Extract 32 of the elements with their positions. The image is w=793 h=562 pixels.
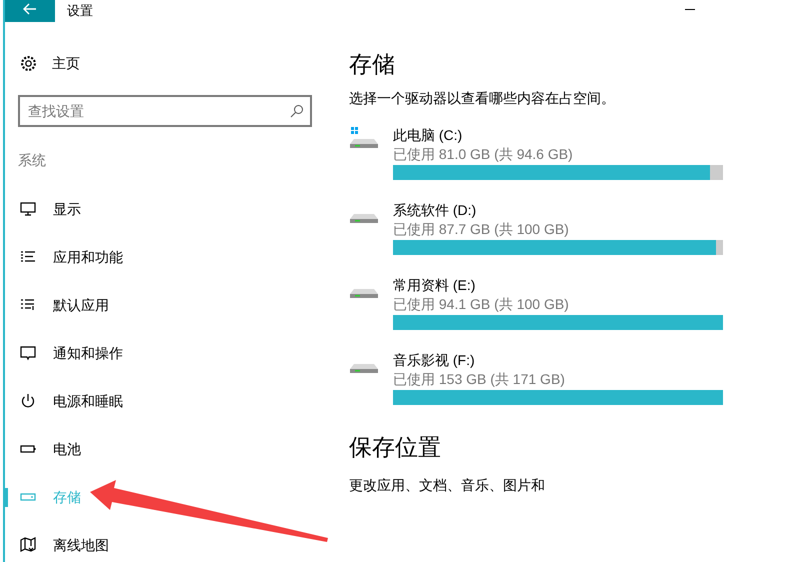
drive-name[interactable]: 此电脑 (C:) [393, 126, 723, 145]
sidebar-item[interactable]: 离线地图 [53, 534, 109, 556]
sidebar-item[interactable]: 电源和睡眠 [53, 390, 123, 412]
sidebar-item[interactable]: 默认应用 [53, 294, 109, 316]
settings-icon [20, 54, 37, 72]
display-icon [20, 201, 36, 217]
window-title: 设置 [67, 2, 93, 20]
sidebar-item[interactable]: 显示 [53, 198, 81, 220]
usage-text: 已使用 94.1 GB (共 100 GB) [393, 295, 570, 314]
page-title: 存储 [349, 50, 396, 79]
sidebar-item[interactable]: 电池 [53, 438, 81, 460]
section-heading: 系统 [18, 151, 47, 170]
map-icon [20, 537, 36, 553]
back-arrow-icon [23, 3, 37, 15]
usage-text: 已使用 87.7 GB (共 100 GB) [393, 220, 570, 239]
usage-text: 已使用 153 GB (共 171 GB) [393, 370, 566, 389]
sidebar-item[interactable]: 应用和功能 [53, 246, 123, 268]
speech-bubble-icon [20, 345, 36, 361]
list-icon [20, 297, 36, 313]
usage-text: 已使用 81.0 GB (共 94.6 GB) [393, 145, 574, 164]
drive-name[interactable]: 音乐影视 (F:) [393, 351, 723, 370]
drive-name[interactable]: 系统软件 (D:) [393, 201, 723, 220]
home-link[interactable]: 主页 [52, 52, 80, 74]
drive-name[interactable]: 常用资料 (E:) [393, 276, 723, 295]
search-field[interactable]: 查找设置 [18, 95, 312, 127]
power-icon [20, 393, 36, 409]
sidebar-item[interactable]: 通知和操作 [53, 342, 123, 364]
description: 选择一个驱动器以查看哪些内容在占空间。 [349, 89, 616, 108]
section-title: 保存位置 [349, 433, 442, 462]
search-icon [290, 104, 304, 118]
back-button[interactable] [5, 0, 55, 22]
description: 更改应用、文档、音乐、图片和 [349, 476, 546, 495]
